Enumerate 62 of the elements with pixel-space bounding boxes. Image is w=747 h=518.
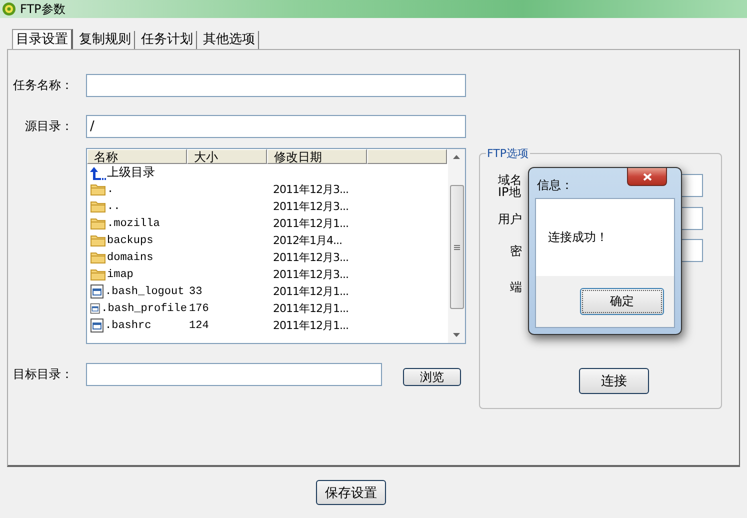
file-size: 124 xyxy=(189,320,209,332)
grip-icon xyxy=(454,244,460,250)
connect-button[interactable]: 连接 xyxy=(579,368,649,394)
file-size: 176 xyxy=(189,302,209,314)
modified-date: 2011年12月3... xyxy=(273,200,348,213)
file-name[interactable]: .bashrc xyxy=(105,320,152,332)
column-header[interactable]: 名称 xyxy=(87,149,187,164)
scroll-down-icon xyxy=(453,333,460,337)
field-label: 源目录： xyxy=(24,118,73,135)
browse-button[interactable]: 浏览 xyxy=(403,368,461,386)
file-icon xyxy=(90,318,104,333)
scroll-up-icon xyxy=(453,155,460,159)
folder-icon xyxy=(90,251,106,264)
modified-date: 2011年12月1... xyxy=(273,217,348,230)
close-icon xyxy=(642,172,652,180)
file-name[interactable]: .bash_profile xyxy=(101,302,187,314)
up-arrow-icon xyxy=(90,166,106,180)
ok-button[interactable]: 确定 xyxy=(580,288,664,315)
field-label: 端 xyxy=(510,280,522,294)
file-name[interactable]: imap xyxy=(107,268,134,280)
dialog-message: 连接成功！ xyxy=(548,229,608,246)
file-name[interactable]: .bash_logout xyxy=(105,286,184,298)
field-label: IP地 xyxy=(498,186,521,198)
folder-icon xyxy=(90,200,106,213)
file-name[interactable]: . xyxy=(107,184,114,196)
tab[interactable]: 目录设置 xyxy=(12,29,73,49)
input-field[interactable]: / xyxy=(86,115,466,138)
field-label: 域名 xyxy=(498,174,522,186)
input-field[interactable] xyxy=(86,363,382,386)
modified-date: 2011年12月3... xyxy=(273,268,348,281)
column-header[interactable]: 大小 xyxy=(187,149,267,164)
modified-date: 2011年12月1... xyxy=(273,319,348,332)
field-label: 任务名称： xyxy=(12,77,73,94)
modified-date: 2011年12月1... xyxy=(273,285,348,298)
save-button[interactable]: 保存设置 xyxy=(316,480,386,505)
group-title: FTP选项 xyxy=(486,146,530,161)
field-label: 目标目录： xyxy=(12,366,73,383)
modified-date: 2012年1月4... xyxy=(273,234,342,247)
file-name[interactable]: .. xyxy=(107,200,120,212)
modified-date: 2011年12月3... xyxy=(273,251,348,264)
modified-date: 2011年12月3... xyxy=(273,183,348,196)
file-name[interactable]: backups xyxy=(107,234,154,246)
scrollbar[interactable] xyxy=(448,149,465,343)
folder-icon xyxy=(90,268,106,281)
file-size: 33 xyxy=(189,286,202,298)
file-name[interactable]: .mozilla xyxy=(107,218,160,230)
modified-date: 2011年12月1... xyxy=(273,302,348,315)
folder-icon xyxy=(90,234,106,247)
file-icon xyxy=(90,284,104,299)
file-name[interactable]: 上级目录 xyxy=(107,164,155,181)
field-label: 密 xyxy=(510,244,522,258)
field-label: 用户 xyxy=(498,212,523,224)
window-title: FTP参数 xyxy=(20,0,66,18)
input-field[interactable] xyxy=(86,74,466,97)
folder-icon xyxy=(90,183,106,196)
file-name[interactable]: domains xyxy=(107,252,154,264)
file-icon xyxy=(90,301,100,316)
dialog-title: 信息： xyxy=(537,177,573,194)
app-icon xyxy=(2,2,16,16)
folder-icon xyxy=(90,217,106,230)
column-header[interactable]: 修改日期 xyxy=(267,149,367,164)
close-button[interactable] xyxy=(627,168,667,186)
